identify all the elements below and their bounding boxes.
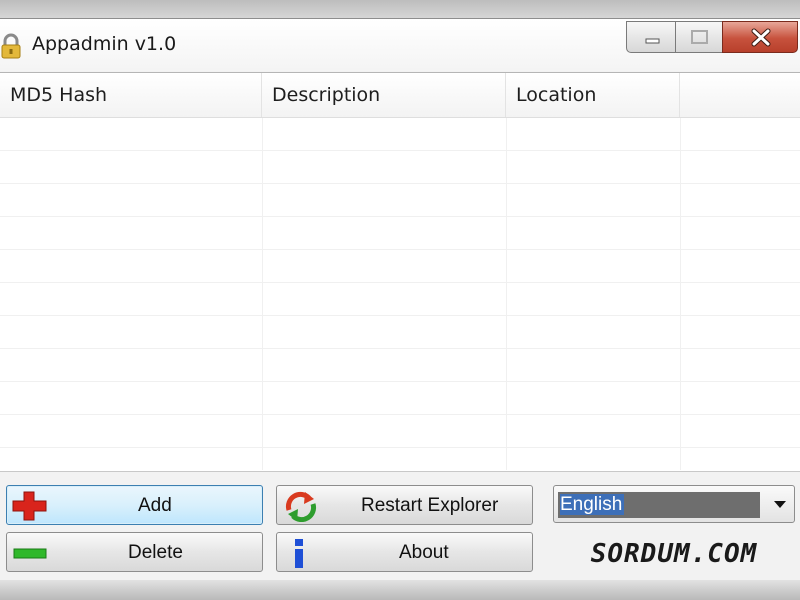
language-selected-text: English [560, 494, 625, 515]
close-button[interactable] [722, 21, 798, 53]
delete-button-label: Delete [128, 542, 183, 563]
hash-list[interactable]: MD5 Hash Description Location [0, 72, 800, 472]
maximize-icon [691, 30, 708, 44]
caption-buttons [626, 21, 798, 53]
restart-explorer-label: Restart Explorer [361, 495, 499, 516]
about-button-label: About [399, 542, 449, 563]
app-window: Appadmin v1.0 MD5 Hash Description Locat… [0, 18, 800, 581]
delete-button[interactable]: Delete [6, 532, 263, 572]
add-button-label: Add [138, 495, 172, 516]
grid-col-line [262, 118, 263, 470]
restart-explorer-button[interactable]: Restart Explorer [276, 485, 533, 525]
lock-icon [0, 33, 22, 59]
green-minus-icon [13, 548, 47, 559]
refresh-arrows-icon [285, 491, 317, 522]
title-bar[interactable]: Appadmin v1.0 [0, 19, 800, 71]
chevron-down-icon[interactable] [773, 500, 787, 510]
close-icon [751, 28, 771, 47]
column-header-empty[interactable] [680, 73, 800, 117]
red-plus-icon [12, 491, 47, 521]
language-select[interactable]: English [553, 485, 795, 523]
add-button[interactable]: Add [6, 485, 263, 525]
column-header-description[interactable]: Description [262, 73, 506, 117]
desktop-top-edge [0, 0, 800, 18]
column-header-location[interactable]: Location [506, 73, 680, 117]
minimize-icon [645, 38, 660, 44]
list-header: MD5 Hash Description Location [0, 73, 800, 118]
about-button[interactable]: About [276, 532, 533, 572]
grid-col-line [680, 118, 681, 470]
blue-info-icon [295, 539, 303, 568]
language-selected-value: English [558, 492, 760, 518]
desktop-bottom-edge [0, 580, 800, 600]
list-grid [0, 118, 800, 470]
window-title: Appadmin v1.0 [32, 33, 177, 55]
column-header-md5[interactable]: MD5 Hash [0, 73, 262, 117]
maximize-button[interactable] [675, 21, 723, 53]
grid-col-line [506, 118, 507, 470]
sordum-logo[interactable]: SORDUM.COM [556, 537, 792, 571]
minimize-button[interactable] [626, 21, 676, 53]
